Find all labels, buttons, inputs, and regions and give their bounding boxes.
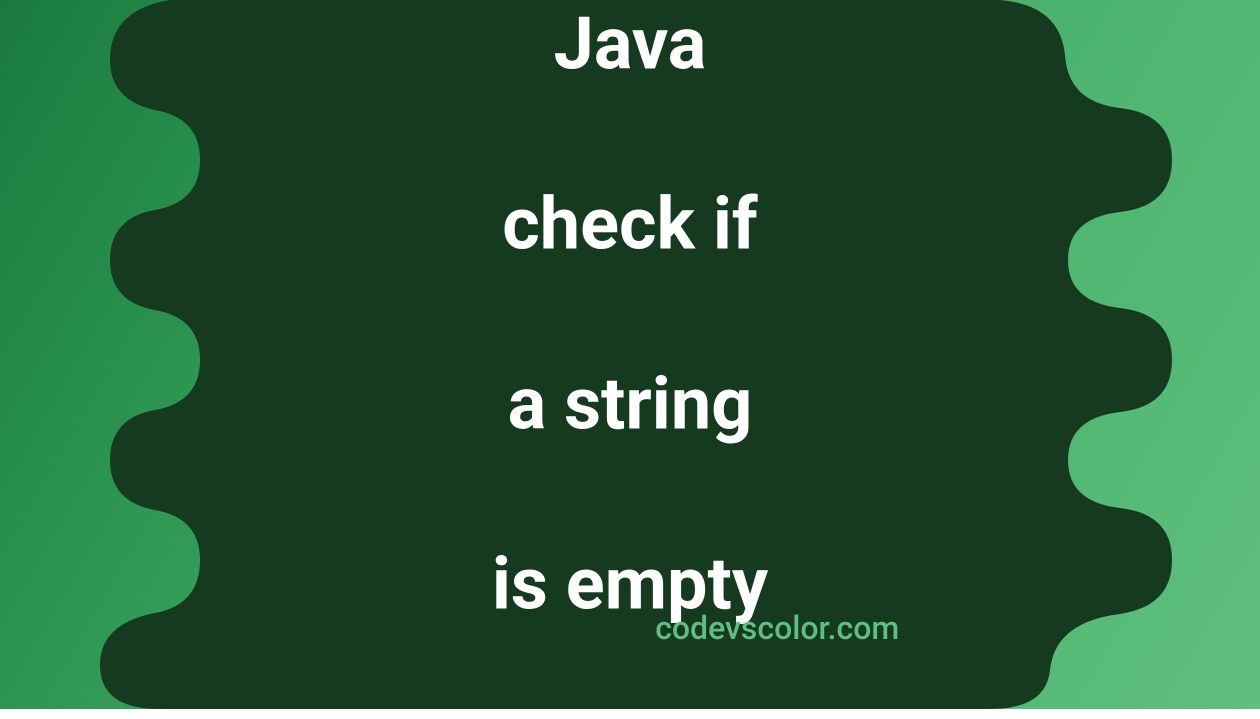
title-line-1: Java [492,0,768,89]
title-line-3: a string [492,359,768,449]
decorative-blob-right [810,0,1260,709]
site-attribution: codevscolor.com [655,609,899,647]
title-line-2: check if [492,179,768,269]
banner-canvas: Java check if a string is empty codevsco… [0,0,1260,709]
